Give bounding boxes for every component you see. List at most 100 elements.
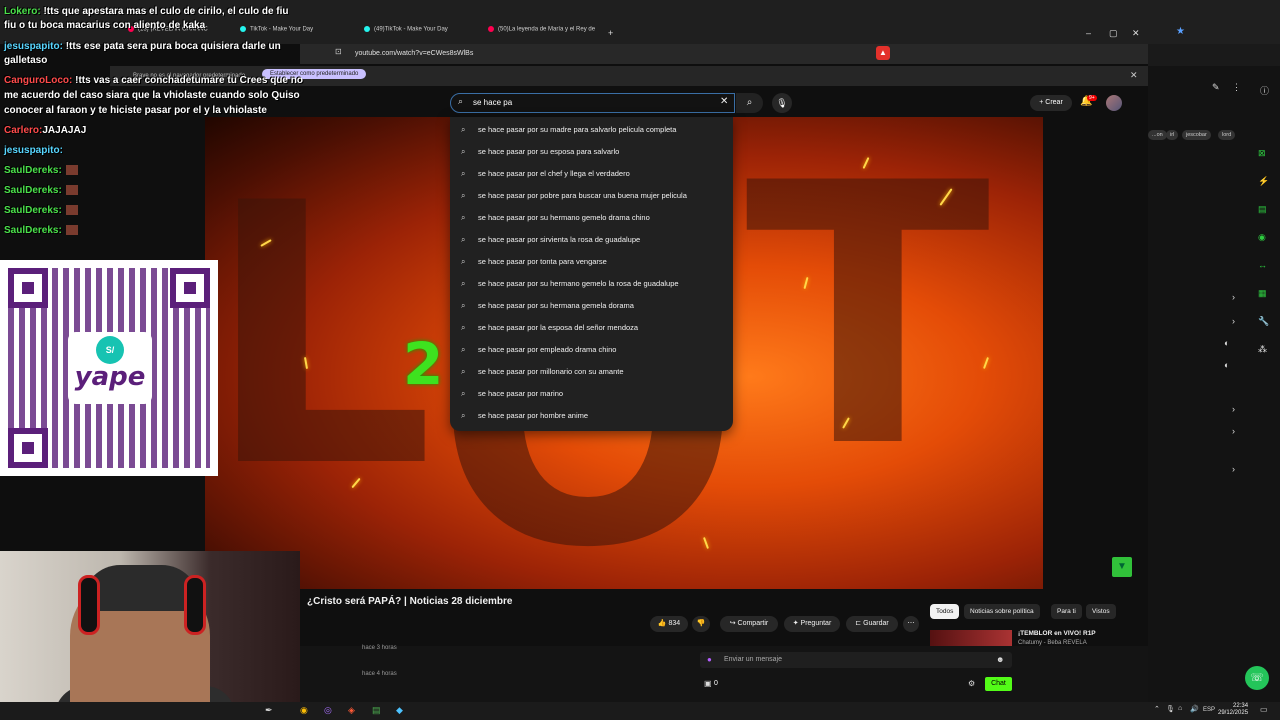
- avatar[interactable]: [1106, 95, 1122, 111]
- network-icon[interactable]: ⌂: [1178, 705, 1182, 712]
- search-button[interactable]: ⌕: [736, 93, 763, 113]
- clipboard-icon[interactable]: ▤: [1258, 204, 1267, 215]
- settings-icon[interactable]: ⚙: [968, 679, 975, 688]
- volume-icon[interactable]: 🔊: [1190, 705, 1199, 713]
- tab-2[interactable]: TikTok - Make Your Day: [240, 26, 350, 42]
- tag[interactable]: jescobar: [1182, 130, 1211, 140]
- suggestion-item[interactable]: ⌕ se hace pasar por sirvienta la rosa de …: [450, 229, 733, 251]
- chip-todos[interactable]: Todos: [930, 604, 960, 619]
- edit-icon[interactable]: ✎: [1212, 82, 1220, 93]
- suggestion-item[interactable]: ⌕ se hace pasar por millonario con su ama…: [450, 361, 733, 383]
- new-tab-icon[interactable]: +: [608, 28, 613, 38]
- suggestion-item[interactable]: ⌕ se hace pasar por su esposa para salvar…: [450, 141, 733, 163]
- url-field[interactable]: youtube.com/watch?v=eCWes8sWlBs: [355, 47, 855, 61]
- ask-button[interactable]: ✦ Preguntar: [784, 616, 840, 632]
- tag[interactable]: lord: [1218, 130, 1236, 140]
- suggestion-item[interactable]: ⌕ se hace pasar por la esposa del señor m…: [450, 317, 733, 339]
- brave-icon[interactable]: ◈: [348, 705, 355, 716]
- dislike-button[interactable]: 👎: [692, 616, 710, 632]
- minimize-icon[interactable]: –: [1086, 28, 1091, 38]
- obs-icon[interactable]: ◎: [324, 705, 332, 716]
- support-chat-button[interactable]: ☏: [1245, 666, 1269, 690]
- pen-icon[interactable]: ✒: [265, 705, 273, 716]
- close-window-icon[interactable]: ✕: [1132, 28, 1140, 39]
- suggestion-item[interactable]: ⌕ se hace pasar por su hermano gemelo la …: [450, 273, 733, 295]
- suggestion-item[interactable]: ⌕ se hace pasar por su hermana gemela dor…: [450, 295, 733, 317]
- voice-search-button[interactable]: 🎙: [772, 93, 792, 113]
- suggestion-text: se hace pasar por empleado drama chino: [478, 345, 617, 354]
- people-icon[interactable]: ⁂: [1258, 344, 1267, 355]
- files-icon[interactable]: ▤: [372, 705, 381, 716]
- search-icon: ⌕: [461, 257, 466, 266]
- yape-badge: S/: [96, 336, 124, 364]
- suggestion-item[interactable]: ⌕ se hace pasar por marino: [450, 383, 733, 405]
- save-button[interactable]: ⊏ Guardar: [846, 616, 898, 632]
- chip-politica[interactable]: Noticias sobre política: [964, 604, 1040, 619]
- wrench-icon[interactable]: 🔧: [1258, 316, 1269, 327]
- chat-bubble-icon[interactable]: ◉: [1258, 232, 1266, 243]
- tag[interactable]: irl: [1166, 130, 1179, 140]
- suggestion-item[interactable]: ⌕ se hace pasar por hombre anime: [450, 405, 733, 427]
- more-actions-button[interactable]: ⋯: [903, 616, 919, 632]
- steam-icon[interactable]: ◆: [396, 705, 403, 716]
- chip-vistos[interactable]: Vistos: [1086, 604, 1116, 619]
- tab-3[interactable]: (49)TikTok - Make Your Day: [364, 26, 474, 42]
- chrome-icon[interactable]: ◉: [300, 705, 308, 716]
- bookmark-icon[interactable]: ⊡: [335, 47, 342, 56]
- overlay-chat-line: SaulDereks:: [4, 225, 78, 236]
- info-icon[interactable]: ⓘ: [1260, 84, 1269, 97]
- extension-icon[interactable]: ⊠: [1258, 148, 1266, 159]
- chip-para-ti[interactable]: Para ti: [1051, 604, 1082, 619]
- tray-arrow-icon[interactable]: ⌃: [1154, 705, 1160, 713]
- close-infobar-icon[interactable]: ✕: [1130, 70, 1138, 81]
- chevron-right-icon[interactable]: ›: [1232, 426, 1235, 436]
- chat-send-button[interactable]: Chat: [985, 677, 1012, 691]
- language-indicator[interactable]: ESP: [1203, 707, 1215, 713]
- star-icon[interactable]: ★: [1176, 26, 1185, 37]
- brave-shield-icon[interactable]: ▲: [876, 46, 890, 60]
- microphone-tray-icon[interactable]: 🎙: [1166, 705, 1175, 713]
- chat-message: !tts ese pata sera pura boca quisiera da…: [65, 41, 281, 52]
- clock[interactable]: 22:34 29/12/2025: [1218, 703, 1248, 717]
- more-icon[interactable]: ⋮: [1232, 82, 1241, 93]
- toggle-icon[interactable]: ◐: [1224, 338, 1229, 348]
- suggestion-item[interactable]: ⌕ se hace pasar por su madre para salvarl…: [450, 119, 733, 141]
- tab-4[interactable]: (50)La leyenda de María y el Rey de: [488, 26, 598, 42]
- yape-logo: S/ yape: [68, 332, 152, 404]
- chat-username: Lokero:: [4, 6, 41, 17]
- upnext-thumbnail[interactable]: [930, 630, 1012, 646]
- emote-icon: [65, 225, 78, 236]
- chat-username: SaulDereks:: [4, 165, 62, 176]
- notification-center-icon[interactable]: ▭: [1260, 705, 1268, 714]
- layout-icon[interactable]: ▦: [1258, 288, 1267, 299]
- maximize-icon[interactable]: ▢: [1109, 28, 1118, 39]
- emoji-icon[interactable]: ☻: [996, 655, 1004, 664]
- suggestion-item[interactable]: ⌕ se hace pasar por tonta para vengarse: [450, 251, 733, 273]
- suggestion-item[interactable]: ⌕ se hace pasar por el chef y llega el ve…: [450, 163, 733, 185]
- upnext-title[interactable]: ¡TEMBLOR en VIVO! R1P: [1018, 630, 1096, 637]
- toggle-icon[interactable]: ◐: [1224, 360, 1229, 370]
- tag[interactable]: ...on: [1148, 130, 1167, 140]
- chevron-right-icon[interactable]: ›: [1232, 404, 1235, 414]
- resize-icon[interactable]: ↔: [1258, 260, 1267, 270]
- suggestion-text: se hace pasar por sirvienta la rosa de g…: [478, 235, 641, 244]
- search-icon: ⌕: [461, 147, 466, 156]
- lightning-icon[interactable]: ⚡: [1258, 176, 1269, 187]
- share-button[interactable]: ↪ Compartir: [720, 616, 778, 632]
- suggestion-item[interactable]: ⌕ se hace pasar por empleado drama chino: [450, 339, 733, 361]
- chevron-right-icon[interactable]: ›: [1232, 464, 1235, 474]
- create-button[interactable]: + Crear: [1030, 95, 1072, 111]
- chevron-right-icon[interactable]: ›: [1232, 292, 1235, 302]
- chat-message-input[interactable]: Enviar un mensaje: [700, 652, 1012, 668]
- points-count: 0: [714, 680, 718, 687]
- suggestion-item[interactable]: ⌕ se hace pasar por pobre para buscar una…: [450, 185, 733, 207]
- suggestion-item[interactable]: ⌕ se hace pasar por su hermano gemelo dra…: [450, 207, 733, 229]
- chevron-right-icon[interactable]: ›: [1232, 316, 1235, 326]
- clear-search-icon[interactable]: ✕: [720, 96, 728, 107]
- overlay-chat-line: SaulDereks:: [4, 205, 78, 216]
- like-button[interactable]: 👍 834: [650, 616, 688, 632]
- suggestion-text: se hace pasar por marino: [478, 389, 564, 398]
- more-icon: ⋯: [907, 620, 915, 627]
- suggestion-text: se hace pasar por su hermana gemela dora…: [478, 301, 634, 310]
- yape-wordmark: yape: [74, 362, 146, 392]
